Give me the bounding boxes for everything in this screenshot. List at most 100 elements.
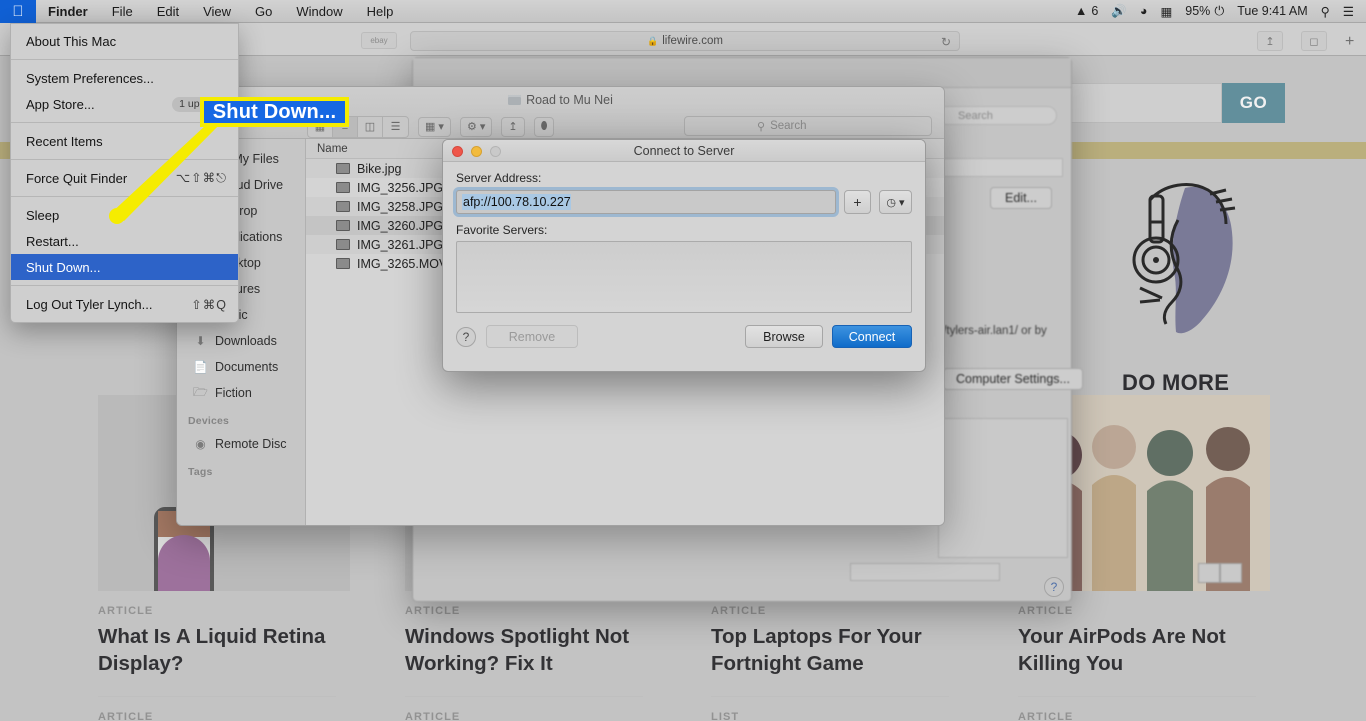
sysprefs-search-input[interactable]: Search	[937, 106, 1057, 125]
server-address-value: afp://100.78.10.227	[462, 194, 571, 210]
sysprefs-services-list[interactable]	[938, 418, 1068, 558]
site-go-button[interactable]: GO	[1222, 83, 1285, 123]
menu-item-sleep[interactable]: Sleep	[11, 202, 238, 228]
menu-item-about-this-mac[interactable]: About This Mac	[11, 28, 238, 54]
article-headline[interactable]: Top Laptops For Your Fortnight Game	[711, 623, 963, 678]
finder-search-placeholder: Search	[770, 120, 807, 132]
sidebar-item-documents[interactable]: 📄 Documents	[177, 354, 305, 380]
finder-action-button[interactable]: ⚙ ▾	[459, 116, 493, 137]
sysprefs-computer-settings-button[interactable]: Computer Settings...	[943, 368, 1083, 390]
share-icon: ↥	[508, 121, 518, 133]
help-button[interactable]: ?	[456, 326, 476, 347]
disc-icon: ◉	[195, 437, 206, 451]
notification-list-icon[interactable]: ☰	[1343, 4, 1354, 19]
spotlight-search-icon[interactable]: ⚲	[1321, 4, 1330, 19]
menu-bar-clock[interactable]: Tue 9:41 AM	[1237, 4, 1307, 18]
sysprefs-stepper-down[interactable]	[1220, 563, 1242, 583]
menu-help[interactable]: Help	[355, 0, 406, 23]
sysprefs-edit-button[interactable]: Edit...	[990, 187, 1052, 209]
server-address-row: afp://100.78.10.227 + ◷ ▾	[456, 190, 912, 214]
article-headline[interactable]: What Is A Liquid Retina Display?	[98, 623, 350, 678]
callout-shut-down: Shut Down...	[200, 97, 349, 127]
connect-to-server-dialog[interactable]: Connect to Server Server Address: afp://…	[442, 139, 926, 372]
menu-item-label: Shut Down...	[26, 259, 101, 275]
finder-search-input[interactable]: ⚲ Search	[684, 116, 932, 136]
menu-item-force-quit-finder[interactable]: Force Quit Finder ⌥⇧⌘⎋	[11, 165, 238, 191]
favorite-servers-list[interactable]	[456, 241, 912, 313]
finder-tag-button[interactable]: ⬮	[533, 116, 555, 137]
chevron-down-icon: ▾	[899, 196, 905, 209]
safari-favorite-ebay[interactable]: ebay	[361, 32, 397, 49]
recent-servers-menu[interactable]: ◷ ▾	[879, 190, 912, 214]
image-file-icon	[336, 182, 350, 193]
adobe-status-item[interactable]: ▲ 6	[1075, 4, 1098, 18]
sidebar-item-remote-disc[interactable]: ◉ Remote Disc	[177, 431, 305, 457]
finder-arrange-button[interactable]: ▦ ▾	[418, 116, 451, 137]
reload-icon[interactable]: ↻	[941, 35, 951, 49]
server-address-input[interactable]: afp://100.78.10.227	[456, 190, 836, 214]
gallery-view-icon[interactable]: ☰	[383, 117, 408, 137]
minimize-button[interactable]	[471, 146, 482, 157]
arrange-grid-icon: ▦	[425, 121, 436, 133]
image-file-icon	[336, 201, 350, 212]
movie-file-icon	[336, 258, 350, 269]
menu-view[interactable]: View	[191, 0, 243, 23]
menu-item-system-preferences[interactable]: System Preferences...	[11, 65, 238, 91]
add-to-favorites-button[interactable]: +	[844, 190, 871, 214]
speaker-icon[interactable]: 🔊	[1111, 4, 1127, 19]
card-divider	[405, 695, 643, 697]
article-headline[interactable]: Windows Spotlight Not Working? Fix It	[405, 623, 657, 678]
browse-button[interactable]: Browse	[745, 325, 823, 348]
connect-button[interactable]: Connect	[832, 325, 912, 348]
close-button[interactable]	[452, 146, 463, 157]
apple-menu-dropdown[interactable]: About This Mac System Preferences... App…	[10, 23, 239, 323]
menu-item-label: Log Out Tyler Lynch...	[26, 296, 153, 312]
menu-item-label: System Preferences...	[26, 70, 154, 86]
sysprefs-field[interactable]	[850, 563, 1000, 581]
article-kicker: LIST	[711, 710, 740, 721]
safari-address-bar[interactable]: 🔒 lifewire.com ↻	[410, 31, 960, 51]
plus-icon[interactable]: +	[1345, 33, 1354, 51]
menu-item-log-out[interactable]: Log Out Tyler Lynch... ⇧⌘Q	[11, 291, 238, 317]
adobe-count: 6	[1091, 4, 1099, 18]
site-tagline: DO MORE	[1122, 370, 1230, 395]
tag-icon: ⬮	[540, 120, 548, 132]
menu-edit[interactable]: Edit	[145, 0, 191, 23]
sidebar-item-downloads[interactable]: ⬇ Downloads	[177, 328, 305, 354]
battery-status-item[interactable]: 95% ⏻	[1185, 4, 1224, 19]
dialog-titlebar: Connect to Server	[443, 140, 925, 162]
battery-charging-icon: ⏻	[1214, 3, 1225, 18]
menu-item-label: App Store...	[26, 96, 95, 112]
tab-overview-icon[interactable]: ◻	[1301, 31, 1327, 51]
menu-file[interactable]: File	[100, 0, 145, 23]
menu-item-label: Force Quit Finder	[26, 170, 128, 186]
article-headline[interactable]: Your AirPods Are Not Killing You	[1018, 623, 1270, 678]
menu-item-restart[interactable]: Restart...	[11, 228, 238, 254]
menu-item-shut-down[interactable]: Shut Down...	[11, 254, 238, 280]
sysprefs-computer-name-field[interactable]	[943, 158, 1063, 177]
sidebar-item-label: Downloads	[215, 334, 277, 348]
menu-item-label: Restart...	[26, 233, 79, 249]
keyboard-icon[interactable]: ▦	[1160, 4, 1172, 19]
search-icon: ⚲	[757, 120, 766, 133]
sidebar-item-label: Documents	[215, 360, 279, 374]
apple-menu-button[interactable]: 	[0, 0, 36, 23]
wifi-icon[interactable]: ◕	[1140, 4, 1148, 18]
sidebar-item-fiction[interactable]: 🗁 Fiction	[177, 380, 305, 406]
file-name: IMG_3260.JPG	[357, 218, 444, 233]
share-icon[interactable]: ↥	[1257, 31, 1283, 51]
menu-window[interactable]: Window	[284, 0, 354, 23]
safari-url-text: lifewire.com	[662, 35, 723, 47]
menu-item-recent-items[interactable]: Recent Items	[11, 128, 238, 154]
article-kicker: ARTICLE	[98, 710, 154, 721]
folder-icon	[508, 95, 522, 105]
finder-share-button[interactable]: ↥	[501, 116, 525, 137]
sysprefs-titlebar	[413, 58, 1071, 88]
menu-finder[interactable]: Finder	[36, 0, 100, 23]
menu-go[interactable]: Go	[243, 0, 284, 23]
column-view-icon[interactable]: ◫	[358, 116, 383, 137]
sysprefs-stepper-up[interactable]	[1198, 563, 1220, 583]
sysprefs-help-button[interactable]: ?	[1044, 577, 1064, 597]
battery-percent: 95%	[1185, 4, 1211, 18]
sysprefs-bottom-controls	[850, 563, 1300, 587]
